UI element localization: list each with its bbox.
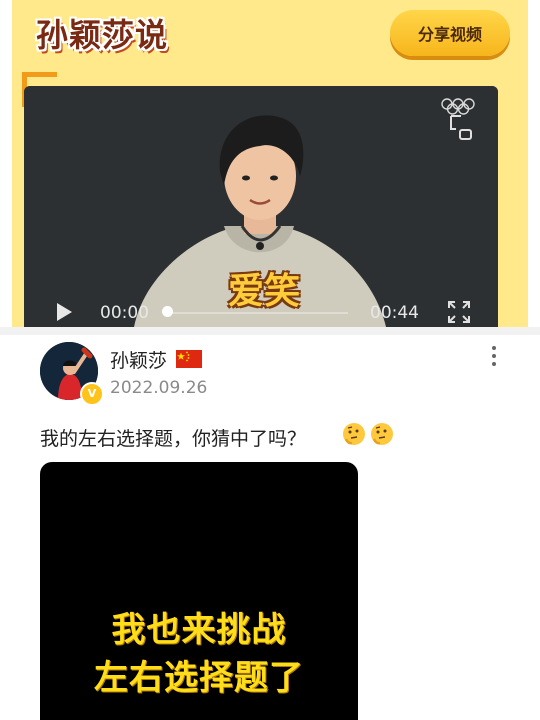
section-divider bbox=[0, 327, 540, 335]
china-flag-icon bbox=[176, 350, 202, 368]
progress-track[interactable] bbox=[168, 312, 348, 314]
post-date: 2022.09.26 bbox=[110, 378, 208, 398]
verified-icon: V bbox=[80, 382, 104, 406]
share-video-button[interactable]: 分享视频 bbox=[390, 10, 510, 56]
video-controls: 00:00 00:44 bbox=[24, 295, 498, 327]
author-name[interactable]: 孙颖莎 bbox=[110, 346, 167, 373]
current-time: 00:00 bbox=[100, 303, 149, 323]
pip-icon[interactable] bbox=[448, 114, 474, 142]
more-vertical-icon[interactable] bbox=[484, 346, 504, 372]
progress-thumb[interactable] bbox=[162, 306, 173, 317]
fullscreen-icon[interactable] bbox=[446, 299, 472, 325]
banner-title: 孙颖莎说 bbox=[36, 16, 169, 54]
video-player[interactable]: 爱笑 00:00 00:44 bbox=[24, 86, 498, 327]
total-time: 00:44 bbox=[370, 303, 419, 323]
thinking-face-emoji bbox=[343, 423, 365, 445]
thumbnail-line-2: 左右选择题了 bbox=[94, 658, 304, 698]
thinking-face-emoji bbox=[371, 423, 393, 445]
play-icon[interactable] bbox=[54, 301, 74, 323]
video-thumbnail[interactable]: 我也来挑战 左右选择题了 bbox=[40, 462, 358, 720]
thumbnail-line-1: 我也来挑战 bbox=[111, 610, 287, 650]
post-text: 我的左右选择题，你猜中了吗？ bbox=[40, 428, 307, 450]
